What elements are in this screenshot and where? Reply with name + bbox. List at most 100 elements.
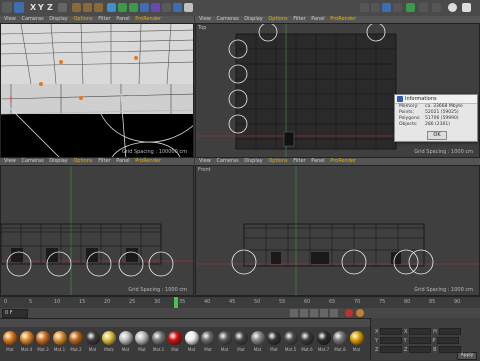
material-swatch[interactable] — [333, 331, 347, 345]
next-frame-icon[interactable] — [320, 309, 328, 317]
menu-view[interactable]: View — [4, 158, 16, 164]
material-swatch[interactable] — [217, 331, 232, 345]
camera-icon[interactable] — [173, 3, 182, 12]
material-swatch[interactable] — [300, 331, 314, 345]
light-icon[interactable] — [184, 3, 193, 12]
array-icon[interactable] — [140, 3, 149, 12]
scale-y-field[interactable] — [408, 337, 431, 344]
material-swatch[interactable] — [135, 331, 149, 345]
menu-view[interactable]: View — [199, 16, 211, 22]
viewport-perspective[interactable]: Grid Spacing : 100000 cm — [0, 23, 194, 158]
axis-z-toggle[interactable]: Z — [47, 3, 53, 12]
apply-button[interactable]: Apply — [457, 352, 477, 360]
lock-icon[interactable] — [448, 3, 457, 12]
record-icon[interactable] — [345, 309, 353, 317]
menu-filter[interactable]: Filter — [98, 158, 110, 164]
dialog-title-bar[interactable]: Informations — [395, 95, 477, 104]
play-icon[interactable] — [310, 309, 318, 317]
menu-display[interactable]: Display — [244, 158, 262, 164]
menu-options[interactable]: Options — [73, 16, 92, 22]
material-label: Mat.7 — [317, 347, 330, 352]
render-settings-icon[interactable] — [94, 3, 103, 12]
menu-prorender[interactable]: ProRender — [135, 158, 161, 164]
menu-options[interactable]: Options — [73, 158, 92, 164]
menu-cameras[interactable]: Cameras — [21, 16, 43, 22]
go-to-end-icon[interactable] — [330, 309, 338, 317]
polygons-mode-icon[interactable] — [393, 3, 402, 12]
rotation-h-field[interactable] — [438, 328, 461, 335]
material-swatch[interactable] — [151, 331, 166, 345]
material-swatch[interactable] — [267, 331, 281, 345]
material-swatch[interactable] — [349, 331, 364, 345]
menu-prorender[interactable]: ProRender — [330, 16, 356, 22]
menu-cameras[interactable]: Cameras — [216, 16, 238, 22]
material-swatch[interactable] — [36, 331, 50, 345]
position-x-field[interactable] — [380, 328, 403, 335]
scale-z-field[interactable] — [409, 346, 432, 353]
menu-panel[interactable]: Panel — [311, 158, 325, 164]
menu-prorender[interactable]: ProRender — [135, 16, 161, 22]
spline-pen-icon[interactable] — [118, 3, 127, 12]
menu-panel[interactable]: Panel — [311, 16, 325, 22]
menu-filter[interactable]: Filter — [293, 158, 305, 164]
menu-view[interactable]: View — [199, 158, 211, 164]
coordinate-manager: X X H Y Y P Z Z B Apply — [370, 318, 480, 360]
material-swatch[interactable] — [3, 331, 17, 345]
render-view-icon[interactable] — [72, 3, 81, 12]
edit-mode-icon[interactable] — [360, 3, 369, 12]
layout-icon[interactable] — [462, 3, 471, 12]
material-swatch[interactable] — [52, 331, 67, 345]
viewport-right[interactable]: Grid Spacing : 1000 cm — [0, 165, 194, 296]
position-y-field[interactable] — [380, 337, 403, 344]
undo-button[interactable] — [2, 2, 12, 13]
position-z-field[interactable] — [380, 346, 403, 353]
workplane-icon[interactable] — [419, 3, 428, 12]
live-select-button[interactable] — [14, 2, 24, 13]
rotation-p-field[interactable] — [437, 337, 460, 344]
material-swatch[interactable] — [184, 331, 199, 345]
autokey-icon[interactable] — [356, 309, 364, 317]
viewport-front[interactable]: Front Grid Spacing : 1000 cm — [195, 165, 480, 296]
menu-cameras[interactable]: Cameras — [21, 158, 43, 164]
axis-x-toggle[interactable]: X — [30, 3, 36, 12]
snap-icon[interactable] — [406, 3, 415, 12]
axis-y-toggle[interactable]: Y — [38, 3, 44, 12]
menu-cameras[interactable]: Cameras — [216, 158, 238, 164]
material-swatch[interactable] — [19, 331, 34, 345]
current-frame-field[interactable]: 0 F — [2, 309, 28, 318]
ok-button[interactable]: OK — [427, 131, 447, 140]
material-swatch[interactable] — [85, 331, 100, 345]
bend-deformer-icon[interactable] — [151, 3, 160, 12]
material-swatch[interactable] — [201, 331, 215, 345]
go-to-start-icon[interactable] — [290, 309, 298, 317]
menu-panel[interactable]: Panel — [116, 16, 130, 22]
render-picture-viewer-icon[interactable] — [83, 3, 92, 12]
menu-prorender[interactable]: ProRender — [330, 158, 356, 164]
menu-display[interactable]: Display — [49, 158, 67, 164]
material-swatch[interactable] — [234, 331, 248, 345]
floor-icon[interactable] — [162, 3, 171, 12]
material-swatch[interactable] — [168, 331, 182, 345]
material-swatch[interactable] — [250, 331, 265, 345]
menu-panel[interactable]: Panel — [116, 158, 130, 164]
prev-frame-icon[interactable] — [300, 309, 308, 317]
menu-filter[interactable]: Filter — [293, 16, 305, 22]
menu-options[interactable]: Options — [268, 16, 287, 22]
coord-system-icon[interactable] — [58, 3, 67, 12]
scale-x-field[interactable] — [409, 328, 432, 335]
material-swatch[interactable] — [69, 331, 83, 345]
menu-options[interactable]: Options — [268, 158, 287, 164]
menu-display[interactable]: Display — [244, 16, 262, 22]
menu-filter[interactable]: Filter — [98, 16, 110, 22]
material-swatch[interactable] — [316, 331, 331, 345]
material-swatch[interactable] — [118, 331, 133, 345]
points-mode-icon[interactable] — [371, 3, 380, 12]
material-swatch[interactable] — [283, 331, 298, 345]
menu-display[interactable]: Display — [49, 16, 67, 22]
subdivision-icon[interactable] — [129, 3, 138, 12]
edges-mode-icon[interactable] — [382, 3, 391, 12]
axis-icon[interactable] — [432, 3, 441, 12]
material-swatch[interactable] — [102, 331, 116, 345]
menu-view[interactable]: View — [4, 16, 16, 22]
cube-icon[interactable] — [107, 3, 116, 12]
